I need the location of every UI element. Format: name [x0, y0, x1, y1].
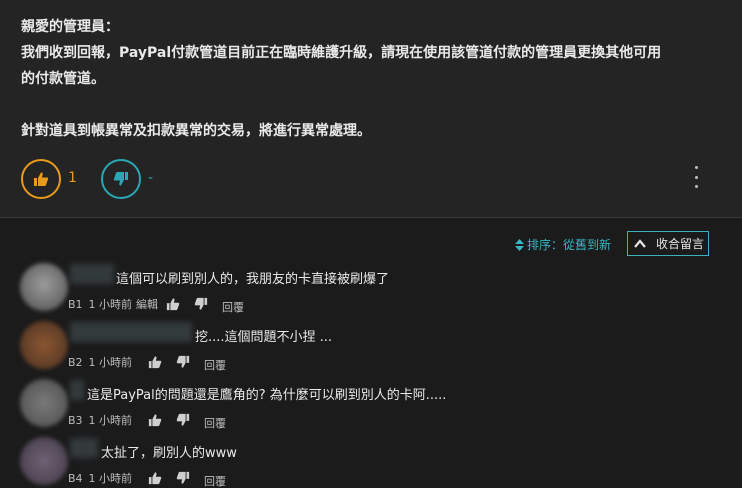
- username[interactable]: [70, 322, 192, 342]
- comment-time: 1 小時前: [88, 298, 133, 311]
- thumbs-up-icon: [34, 172, 49, 186]
- thumbs-down-icon: [113, 172, 128, 186]
- post-line: 我們收到回報，PayPal付款管道目前正在臨時維護升級，請現在使用該管道付款的管…: [21, 45, 662, 61]
- upvote-count: 1: [68, 170, 77, 186]
- edited-label: 編輯: [136, 298, 159, 311]
- comment-text: 這是PayPal的問題還是鷹角的? 為什麼可以刷到別人的卡阿.....: [87, 388, 447, 403]
- comment-time: 1 小時前: [88, 472, 133, 485]
- comment-time: 1 小時前: [88, 356, 133, 369]
- downvote-count: -: [148, 170, 154, 186]
- username[interactable]: [70, 264, 114, 284]
- username[interactable]: [70, 438, 98, 458]
- avatar[interactable]: [20, 379, 68, 427]
- comment-text: 太扯了，刷別人的www: [101, 446, 237, 461]
- sort-toggle[interactable]: 排序：從舊到新: [515, 236, 611, 253]
- comment-meta: B3 1 小時前 回覆: [68, 409, 226, 431]
- reply-button[interactable]: 回覆: [204, 473, 226, 488]
- post-body: 親愛的管理員： 我們收到回報，PayPal付款管道目前正在臨時維護升級，請現在使…: [21, 14, 711, 144]
- reply-button[interactable]: 回覆: [204, 357, 226, 373]
- floor-number: B1: [68, 297, 83, 311]
- comment-text: 這個可以刷到別人的，我朋友的卡直接被刷爆了: [116, 272, 390, 287]
- comment-text: 挖....這個問題不小捏 ...: [195, 330, 333, 345]
- floor-number: B2: [68, 355, 83, 369]
- reply-button[interactable]: 回覆: [204, 415, 226, 431]
- upvote-button[interactable]: [21, 159, 61, 199]
- avatar[interactable]: [20, 263, 68, 311]
- thumbs-up-icon[interactable]: [166, 297, 180, 311]
- thumbs-up-icon[interactable]: [148, 413, 162, 427]
- thumbs-up-icon[interactable]: [148, 471, 162, 485]
- avatar[interactable]: [20, 437, 68, 485]
- thumbs-down-icon[interactable]: [194, 297, 208, 311]
- comment-time: 1 小時前: [88, 414, 133, 427]
- thumbs-down-icon[interactable]: [176, 413, 190, 427]
- comment-item: 挖....這個問題不小捏 ... B2 1 小時前 回覆: [0, 321, 742, 379]
- comment-item: 太扯了，刷別人的www B4 1 小時前 回覆: [0, 437, 742, 488]
- reply-button[interactable]: 回覆: [222, 299, 244, 315]
- post-line: 的付款管道。: [21, 71, 105, 87]
- post-greeting: 親愛的管理員：: [21, 19, 119, 35]
- sort-icon: [515, 238, 524, 251]
- collapse-comments-button[interactable]: 收合留言: [627, 231, 709, 256]
- post-line: 針對道具到帳異常及扣款異常的交易，將進行異常處理。: [21, 123, 371, 139]
- more-options-icon[interactable]: [690, 166, 702, 188]
- floor-number: B3: [68, 413, 83, 427]
- chevron-up-icon: [634, 239, 646, 248]
- comment-meta: B4 1 小時前 回覆: [68, 467, 226, 488]
- downvote-button[interactable]: [101, 159, 141, 199]
- comment-item: 這是PayPal的問題還是鷹角的? 為什麼可以刷到別人的卡阿..... B3 1…: [0, 379, 742, 437]
- comment-meta: B1 1 小時前 編輯 回覆: [68, 293, 244, 315]
- floor-number: B4: [68, 471, 83, 485]
- comment-item: 這個可以刷到別人的，我朋友的卡直接被刷爆了 B1 1 小時前 編輯 回覆: [0, 263, 742, 321]
- comment-meta: B2 1 小時前 回覆: [68, 351, 226, 373]
- thumbs-down-icon[interactable]: [176, 471, 190, 485]
- avatar[interactable]: [20, 321, 68, 369]
- sort-label: 排序：從舊到新: [527, 238, 612, 252]
- collapse-label: 收合留言: [656, 237, 705, 251]
- thumbs-down-icon[interactable]: [176, 355, 190, 369]
- username[interactable]: [70, 380, 84, 400]
- post-card: 親愛的管理員： 我們收到回報，PayPal付款管道目前正在臨時維護升級，請現在使…: [0, 0, 742, 218]
- thumbs-up-icon[interactable]: [148, 355, 162, 369]
